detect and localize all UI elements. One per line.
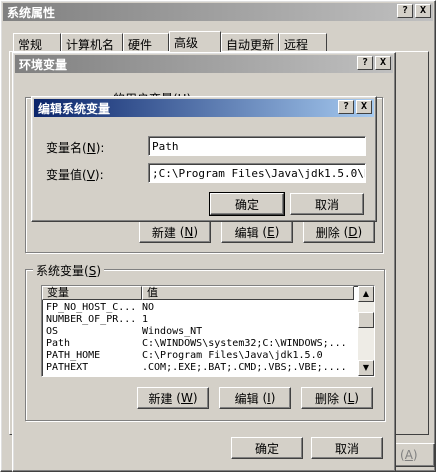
variable-name-cell: OS bbox=[46, 326, 59, 337]
close-button[interactable]: X bbox=[415, 4, 431, 18]
user-edit-button[interactable]: 编辑 (E) bbox=[221, 221, 293, 243]
edit-dialog-titlebar[interactable]: 编辑系统变量 ? X bbox=[34, 99, 374, 117]
table-row[interactable]: Path C:\WINDOWS\system32;C:\WINDOWS;... bbox=[44, 338, 354, 350]
apply-button[interactable]: (A) bbox=[395, 443, 435, 467]
variable-value-cell: 1 bbox=[142, 314, 149, 325]
help-button[interactable]: ? bbox=[357, 56, 373, 70]
variable-value-cell: C:\Program Files\Java\jdk1.5.0 bbox=[142, 350, 323, 361]
edit-cancel-button[interactable]: 取消 bbox=[290, 193, 364, 215]
variable-value-cell: Windows_NT bbox=[142, 326, 203, 337]
variable-name-field[interactable]: Path bbox=[148, 136, 366, 156]
column-header-value[interactable]: 值 bbox=[142, 286, 354, 300]
edit-system-variable-dialog: 编辑系统变量 ? X 变量名(N): Path 变量值(V): ;C:\Prog… bbox=[31, 96, 377, 222]
system-properties-titlebar[interactable]: 系统属性 ? X bbox=[3, 3, 433, 21]
variable-value-cell: C:\WINDOWS\system32;C:\WINDOWS;... bbox=[142, 338, 347, 349]
column-header-variable[interactable]: 变量 bbox=[42, 286, 142, 300]
env-cancel-button[interactable]: 取消 bbox=[311, 437, 383, 459]
system-delete-button[interactable]: 删除 (L) bbox=[301, 387, 373, 409]
variable-value-field[interactable]: ;C:\Program Files\Java\jdk1.5.0\bin bbox=[148, 163, 366, 183]
env-ok-button[interactable]: 确定 bbox=[231, 437, 303, 459]
variable-name-cell: Path bbox=[46, 338, 71, 349]
tab-remote[interactable]: 远程 bbox=[279, 33, 327, 52]
system-variables-label: 系统变量(S) bbox=[33, 262, 105, 279]
tab-advanced[interactable]: 高级 bbox=[169, 31, 221, 52]
scroll-up-icon[interactable]: ▲ bbox=[358, 286, 374, 302]
variable-value-cell: NO bbox=[142, 302, 155, 313]
env-vars-titlebar[interactable]: 环境变量 ? X bbox=[15, 55, 393, 73]
system-new-button[interactable]: 新建 (W) bbox=[137, 387, 209, 409]
close-button[interactable]: X bbox=[375, 56, 391, 70]
user-delete-button[interactable]: 删除 (D) bbox=[303, 221, 375, 243]
table-row[interactable]: NUMBER_OF_PR... 1 bbox=[44, 314, 354, 326]
variable-name-label: 变量名(N): bbox=[46, 141, 105, 155]
variable-name-cell: FP_NO_HOST_C... bbox=[46, 302, 137, 313]
variable-name-cell: NUMBER_OF_PR... bbox=[46, 314, 137, 325]
tab-computer-name[interactable]: 计算机名 bbox=[61, 33, 123, 52]
variable-name-cell: PATH_HOME bbox=[46, 350, 101, 361]
list-scrollbar[interactable]: ▲ ▼ bbox=[358, 286, 374, 376]
system-variables-list[interactable]: 变量 值 FP_NO_HOST_C... NO NUMBER_OF_PR... 1 OS… bbox=[41, 285, 375, 377]
variable-value-cell: .COM;.EXE;.BAT;.CMD;.VBS;.VBE;.... bbox=[142, 362, 347, 373]
scroll-thumb[interactable] bbox=[358, 312, 374, 328]
table-row[interactable]: PATHEXT .COM;.EXE;.BAT;.CMD;.VBS;.VBE;...… bbox=[44, 362, 354, 374]
variable-value-label: 变量值(V): bbox=[46, 168, 104, 182]
system-edit-button[interactable]: 编辑 (I) bbox=[219, 387, 291, 409]
list-rows: FP_NO_HOST_C... NO NUMBER_OF_PR... 1 OS Windo… bbox=[44, 302, 354, 376]
edit-dialog-title: 编辑系统变量 bbox=[38, 101, 111, 116]
table-row[interactable]: OS Windows_NT bbox=[44, 326, 354, 338]
tab-general[interactable]: 常规 bbox=[13, 33, 61, 52]
env-vars-title: 环境变量 bbox=[19, 57, 68, 72]
variable-name-cell: PATHEXT bbox=[46, 362, 89, 373]
tab-hardware[interactable]: 硬件 bbox=[123, 33, 169, 52]
edit-ok-button[interactable]: 确定 bbox=[209, 192, 285, 216]
table-row[interactable]: FP_NO_HOST_C... NO bbox=[44, 302, 354, 314]
help-button[interactable]: ? bbox=[397, 4, 413, 18]
system-properties-title: 系统属性 bbox=[7, 5, 56, 20]
table-row[interactable]: PATH_HOME C:\Program Files\Java\jdk1.5.0 bbox=[44, 350, 354, 362]
help-button[interactable]: ? bbox=[338, 100, 354, 114]
user-new-button[interactable]: 新建 (N) bbox=[139, 221, 211, 243]
close-button[interactable]: X bbox=[356, 100, 372, 114]
scroll-down-icon[interactable]: ▼ bbox=[358, 360, 374, 376]
tab-auto-update[interactable]: 自动更新 bbox=[221, 33, 279, 52]
